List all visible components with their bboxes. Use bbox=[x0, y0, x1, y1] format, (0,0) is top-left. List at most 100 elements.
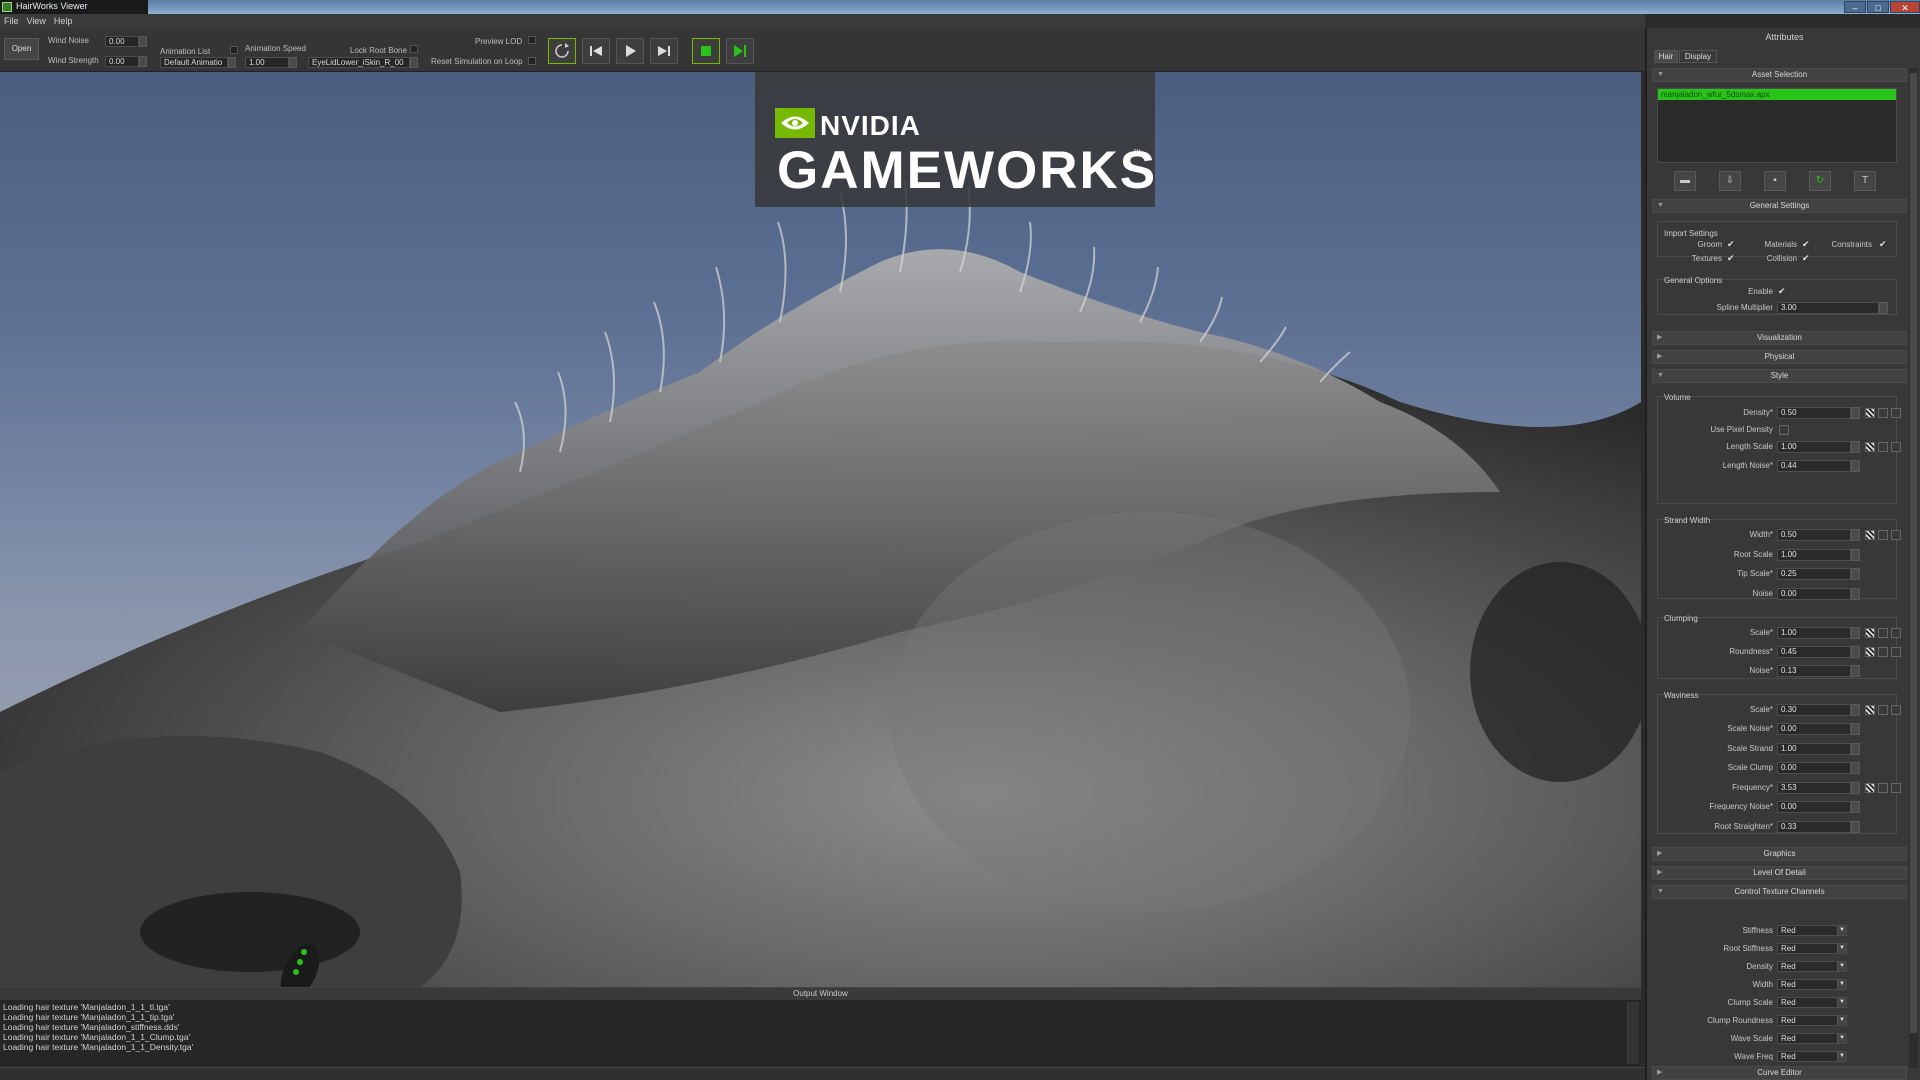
clump-noise-input[interactable]: 0.13 bbox=[1777, 665, 1851, 677]
open-folder-button[interactable]: ▬ bbox=[1674, 171, 1696, 191]
length-noise-spinner[interactable] bbox=[1851, 460, 1860, 472]
lock-root-bone-dropdown-arrow[interactable] bbox=[410, 57, 418, 68]
panel-scrollbar-thumb[interactable] bbox=[1910, 73, 1917, 1033]
output-scrollbar[interactable] bbox=[1627, 1002, 1639, 1064]
spline-multiplier-spinner[interactable] bbox=[1879, 302, 1888, 314]
ct-stiffness-select[interactable]: Red ▼ bbox=[1777, 925, 1847, 936]
panel-scrollbar[interactable] bbox=[1909, 68, 1918, 1068]
minimize-button[interactable]: – bbox=[1844, 1, 1866, 13]
asset-list-item[interactable]: manjaladon_wfur_5dsmax.apx bbox=[1658, 89, 1896, 100]
curve-editor-header[interactable]: ▶ Curve Editor bbox=[1652, 1066, 1907, 1080]
strand-noise-input[interactable]: 0.00 bbox=[1777, 588, 1851, 600]
density-input[interactable]: 0.50 bbox=[1777, 407, 1851, 419]
roundness-reset-icon[interactable] bbox=[1891, 647, 1901, 657]
open-button[interactable]: Open bbox=[4, 38, 39, 60]
frequency-input[interactable]: 3.53 bbox=[1777, 782, 1851, 794]
menu-help[interactable]: Help bbox=[54, 14, 73, 28]
width-texture-icon[interactable] bbox=[1865, 530, 1875, 540]
wave-scale-input[interactable]: 0.30 bbox=[1777, 704, 1851, 716]
general-settings-header[interactable]: ▼ General Settings bbox=[1652, 199, 1907, 213]
texture-button[interactable]: T bbox=[1854, 171, 1876, 191]
ct-clump-roundness-select[interactable]: Red ▼ bbox=[1777, 1015, 1847, 1026]
scale-noise-spinner[interactable] bbox=[1851, 723, 1860, 735]
clump-scale-input[interactable]: 1.00 bbox=[1777, 627, 1851, 639]
ct-clump-scale-select[interactable]: Red ▼ bbox=[1777, 997, 1847, 1008]
frequency-curve-icon[interactable] bbox=[1878, 783, 1888, 793]
density-reset-icon[interactable] bbox=[1891, 408, 1901, 418]
close-button[interactable]: ✕ bbox=[1890, 1, 1920, 13]
length-scale-input[interactable]: 1.00 bbox=[1777, 441, 1851, 453]
3d-viewport[interactable]: NVIDIA GAMEWORKS ™ bbox=[0, 72, 1641, 987]
stop-button[interactable] bbox=[692, 38, 720, 64]
wind-noise-spinner[interactable] bbox=[139, 36, 147, 47]
play-button[interactable] bbox=[616, 38, 644, 64]
scale-noise-input[interactable]: 0.00 bbox=[1777, 723, 1851, 735]
reset-simulation-checkbox[interactable] bbox=[528, 57, 536, 65]
reload-button[interactable]: ↻ bbox=[1809, 171, 1831, 191]
lock-root-bone-checkbox[interactable] bbox=[410, 45, 418, 53]
animation-list-select[interactable]: Default Animatio bbox=[160, 57, 228, 68]
scale-clump-spinner[interactable] bbox=[1851, 762, 1860, 774]
physical-header[interactable]: ▶ Physical bbox=[1652, 350, 1907, 364]
density-curve-icon[interactable] bbox=[1878, 408, 1888, 418]
tab-hair[interactable]: Hair bbox=[1654, 50, 1678, 63]
root-straighten-input[interactable]: 0.33 bbox=[1777, 821, 1851, 833]
save-button[interactable]: ▪ bbox=[1764, 171, 1786, 191]
use-pixel-density-checkbox[interactable] bbox=[1779, 425, 1789, 435]
import-button[interactable]: ⇩ bbox=[1719, 171, 1741, 191]
roundness-input[interactable]: 0.45 bbox=[1777, 646, 1851, 658]
length-scale-reset-icon[interactable] bbox=[1891, 442, 1901, 452]
visualization-header[interactable]: ▶ Visualization bbox=[1652, 331, 1907, 345]
ct-density-select[interactable]: Red ▼ bbox=[1777, 961, 1847, 972]
preview-lod-checkbox[interactable] bbox=[528, 36, 536, 44]
length-noise-input[interactable]: 0.44 bbox=[1777, 460, 1851, 472]
density-spinner[interactable] bbox=[1851, 407, 1860, 419]
control-texture-header[interactable]: ▼ Control Texture Channels bbox=[1652, 885, 1907, 899]
wind-strength-input[interactable]: 0.00 bbox=[105, 56, 139, 67]
style-header[interactable]: ▼ Style bbox=[1652, 369, 1907, 383]
rewind-button[interactable] bbox=[582, 38, 610, 64]
width-reset-icon[interactable] bbox=[1891, 530, 1901, 540]
scale-strand-spinner[interactable] bbox=[1851, 743, 1860, 755]
width-curve-icon[interactable] bbox=[1878, 530, 1888, 540]
frequency-reset-icon[interactable] bbox=[1891, 783, 1901, 793]
clump-scale-reset-icon[interactable] bbox=[1891, 628, 1901, 638]
clump-noise-spinner[interactable] bbox=[1851, 665, 1860, 677]
frequency-noise-spinner[interactable] bbox=[1851, 801, 1860, 813]
root-scale-spinner[interactable] bbox=[1851, 549, 1860, 561]
animation-list-add[interactable] bbox=[230, 46, 238, 54]
wave-scale-spinner[interactable] bbox=[1851, 704, 1860, 716]
clump-scale-spinner[interactable] bbox=[1851, 627, 1860, 639]
length-scale-texture-icon[interactable] bbox=[1865, 442, 1875, 452]
asset-selection-header[interactable]: ▼ Asset Selection bbox=[1652, 68, 1907, 82]
roundness-curve-icon[interactable] bbox=[1878, 647, 1888, 657]
frequency-spinner[interactable] bbox=[1851, 782, 1860, 794]
step-forward-button[interactable] bbox=[650, 38, 678, 64]
ct-root-stiffness-select[interactable]: Red ▼ bbox=[1777, 943, 1847, 954]
clump-scale-texture-icon[interactable] bbox=[1865, 628, 1875, 638]
level-of-detail-header[interactable]: ▶ Level Of Detail bbox=[1652, 866, 1907, 880]
tip-scale-input[interactable]: 0.25 bbox=[1777, 568, 1851, 580]
scale-clump-input[interactable]: 0.00 bbox=[1777, 762, 1851, 774]
constraints-checkbox[interactable]: ✔ bbox=[1879, 239, 1887, 250]
wave-scale-reset-icon[interactable] bbox=[1891, 705, 1901, 715]
length-scale-spinner[interactable] bbox=[1851, 441, 1860, 453]
graphics-header[interactable]: ▶ Graphics bbox=[1652, 847, 1907, 861]
roundness-spinner[interactable] bbox=[1851, 646, 1860, 658]
clump-scale-curve-icon[interactable] bbox=[1878, 628, 1888, 638]
loop-button[interactable] bbox=[548, 38, 576, 64]
menu-file[interactable]: File bbox=[4, 14, 19, 28]
wind-noise-input[interactable]: 0.00 bbox=[105, 36, 139, 47]
spline-multiplier-input[interactable]: 3.00 bbox=[1777, 302, 1879, 314]
tip-scale-spinner[interactable] bbox=[1851, 568, 1860, 580]
scale-strand-input[interactable]: 1.00 bbox=[1777, 743, 1851, 755]
lock-root-bone-select[interactable]: EyeLidLower_iSkin_R_00 bbox=[308, 57, 410, 68]
width-input[interactable]: 0.50 bbox=[1777, 529, 1851, 541]
roundness-texture-icon[interactable] bbox=[1865, 647, 1875, 657]
density-texture-icon[interactable] bbox=[1865, 408, 1875, 418]
frequency-noise-input[interactable]: 0.00 bbox=[1777, 801, 1851, 813]
enable-checkbox[interactable]: ✔ bbox=[1778, 286, 1786, 297]
wave-scale-curve-icon[interactable] bbox=[1878, 705, 1888, 715]
root-straighten-spinner[interactable] bbox=[1851, 821, 1860, 833]
animation-speed-spinner[interactable] bbox=[289, 57, 297, 68]
